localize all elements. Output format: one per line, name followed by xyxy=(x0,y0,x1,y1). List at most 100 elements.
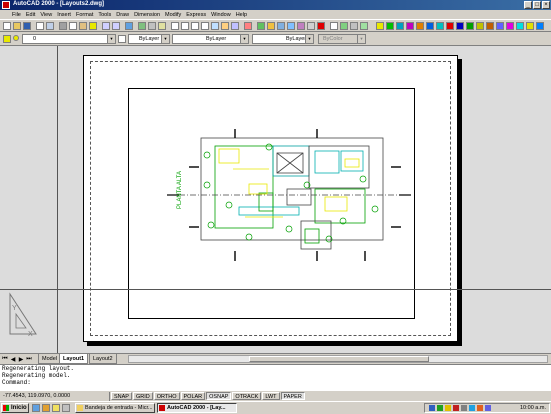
menu-dimension[interactable]: Dimension xyxy=(134,12,160,18)
scene-icon[interactable] xyxy=(287,22,295,30)
quicklaunch-ie-icon[interactable] xyxy=(42,404,50,412)
redo-icon[interactable] xyxy=(112,22,120,30)
tray-app-icon[interactable] xyxy=(453,405,459,411)
tab-model[interactable]: Model xyxy=(38,354,61,364)
minimize-button[interactable]: _ xyxy=(524,1,532,9)
render-icon[interactable] xyxy=(277,22,285,30)
taskbar-item-autocad[interactable]: AutoCAD 2000 - [Lay... xyxy=(157,403,237,413)
paper-toggle[interactable]: PAPER xyxy=(280,392,305,400)
next-tab-icon[interactable]: ▶ xyxy=(18,356,24,363)
tray-messenger-icon[interactable] xyxy=(469,405,475,411)
taskbar-clock[interactable]: 10:00 a.m. xyxy=(520,404,546,412)
draw-arc-icon[interactable] xyxy=(416,22,424,30)
move-icon[interactable] xyxy=(456,22,464,30)
otrack-toggle[interactable]: OTRACK xyxy=(232,392,262,400)
color-select[interactable]: ByLayer ▼ xyxy=(128,34,170,44)
taskbar-item-inbox[interactable]: Bandeja de entrada - Micr... xyxy=(75,403,155,413)
preview-icon[interactable] xyxy=(46,22,54,30)
menu-help[interactable]: Help xyxy=(236,12,247,18)
copy-icon[interactable] xyxy=(69,22,77,30)
drawing-area[interactable]: PLANTA ALTA Y X xyxy=(0,46,551,353)
tray-volume-icon[interactable] xyxy=(445,405,451,411)
layout-viewport[interactable]: PLANTA ALTA xyxy=(128,88,415,319)
tray-antivirus-icon[interactable] xyxy=(437,405,443,411)
desktop-icon[interactable] xyxy=(32,404,40,412)
layers-icon[interactable] xyxy=(3,35,11,43)
draw-rectangle-icon[interactable] xyxy=(426,22,434,30)
close-button[interactable]: × xyxy=(542,1,550,9)
tray-keyboard-icon[interactable] xyxy=(485,405,491,411)
hatch-icon[interactable] xyxy=(436,22,444,30)
menu-format[interactable]: Format xyxy=(76,12,93,18)
open-icon[interactable] xyxy=(13,22,21,30)
polar-toggle[interactable]: POLAR xyxy=(180,392,206,400)
lineweight-select[interactable]: ByLayer ▼ xyxy=(252,34,314,44)
3d-orbit-icon[interactable] xyxy=(257,22,265,30)
hyperlink-icon[interactable] xyxy=(125,22,133,30)
quicklaunch-outlook-icon[interactable] xyxy=(52,404,60,412)
object-snap-icon[interactable] xyxy=(138,22,146,30)
draw-circle-icon[interactable] xyxy=(406,22,414,30)
menu-modify[interactable]: Modify xyxy=(165,12,181,18)
snap-tracking-icon[interactable] xyxy=(340,22,348,30)
scale-icon[interactable] xyxy=(516,22,524,30)
menu-view[interactable]: View xyxy=(40,12,52,18)
array-icon[interactable] xyxy=(496,22,504,30)
linetype-select[interactable]: ByLayer ▼ xyxy=(172,34,249,44)
menu-express[interactable]: Express xyxy=(186,12,206,18)
mirror-icon[interactable] xyxy=(476,22,484,30)
first-tab-icon[interactable]: ⏮ xyxy=(2,356,8,363)
undo-icon[interactable] xyxy=(102,22,110,30)
erase-icon[interactable] xyxy=(446,22,454,30)
snap-toggle[interactable]: SNAP xyxy=(111,392,132,400)
extend-icon[interactable] xyxy=(536,22,544,30)
dimension-icon[interactable] xyxy=(350,22,358,30)
copy-object-icon[interactable] xyxy=(466,22,474,30)
zoom-previous-icon[interactable] xyxy=(201,22,209,30)
layer-select[interactable]: 0 ▼ xyxy=(22,34,116,44)
menu-file[interactable]: File xyxy=(12,12,21,18)
new-icon[interactable] xyxy=(3,22,11,30)
rotate-icon[interactable] xyxy=(506,22,514,30)
landscape-icon[interactable] xyxy=(307,22,315,30)
menu-draw[interactable]: Draw xyxy=(116,12,129,18)
osnap-toggle[interactable]: OSNAP xyxy=(206,392,232,400)
tray-printer-icon[interactable] xyxy=(461,405,467,411)
tab-layout1[interactable]: Layout1 xyxy=(59,354,89,364)
match-properties-icon[interactable] xyxy=(89,22,97,30)
menu-insert[interactable]: Insert xyxy=(57,12,71,18)
maximize-button[interactable]: □ xyxy=(533,1,541,9)
cut-icon[interactable] xyxy=(59,22,67,30)
ucs-icon[interactable] xyxy=(148,22,156,30)
materials-icon[interactable] xyxy=(297,22,305,30)
start-button[interactable]: Inicio xyxy=(1,403,29,413)
layer-on-lightbulb-icon[interactable] xyxy=(13,35,19,41)
grid-toggle[interactable]: GRID xyxy=(132,392,153,400)
properties-icon[interactable] xyxy=(211,22,219,30)
menu-edit[interactable]: Edit xyxy=(26,12,35,18)
ortho-toggle[interactable]: ORTHO xyxy=(153,392,180,400)
command-window[interactable]: Regenerating layout. Regenerating model.… xyxy=(0,364,551,390)
draw-polyline-icon[interactable] xyxy=(396,22,404,30)
make-current-layer-icon[interactable] xyxy=(118,35,126,43)
design-center-icon[interactable] xyxy=(221,22,229,30)
menu-window[interactable]: Window xyxy=(211,12,231,18)
autocad-app-icon[interactable] xyxy=(2,1,10,9)
help-icon[interactable] xyxy=(244,22,252,30)
print-icon[interactable] xyxy=(36,22,44,30)
command-prompt[interactable]: Command: xyxy=(2,379,551,386)
cursor-coordinates[interactable]: -77.4543, 119.0970, 0.0000 xyxy=(0,391,110,401)
light-icon[interactable] xyxy=(267,22,275,30)
tab-layout2[interactable]: Layout2 xyxy=(89,354,117,364)
tray-update-icon[interactable] xyxy=(477,405,483,411)
trim-icon[interactable] xyxy=(526,22,534,30)
layer-state-icon[interactable] xyxy=(330,22,338,30)
prev-tab-icon[interactable]: ◀ xyxy=(10,356,16,363)
query-icon[interactable] xyxy=(317,22,325,30)
layer-manager-icon[interactable] xyxy=(376,22,384,30)
scrollbar-thumb[interactable] xyxy=(249,356,429,362)
pan-icon[interactable] xyxy=(171,22,179,30)
draw-line-icon[interactable] xyxy=(386,22,394,30)
offset-icon[interactable] xyxy=(486,22,494,30)
aerial-view-icon[interactable] xyxy=(158,22,166,30)
